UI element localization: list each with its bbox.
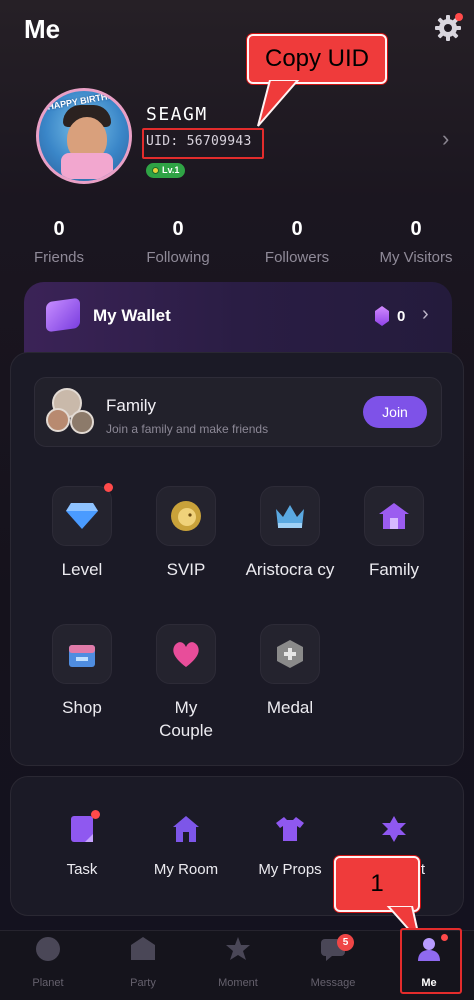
callout-pointer [257, 80, 300, 127]
heart-icon [173, 642, 199, 667]
stat-friends[interactable]: 0 Friends [0, 218, 118, 266]
uid-highlight-box [142, 128, 264, 159]
nav-message[interactable]: Message [285, 936, 381, 989]
chevron-right-icon[interactable]: › [442, 126, 449, 152]
feature-level[interactable]: Level [30, 486, 134, 581]
badge-dot [91, 810, 100, 819]
feature-shop[interactable]: Shop [30, 624, 134, 719]
me-highlight-box [400, 928, 462, 994]
nav-party[interactable]: Party [95, 936, 191, 989]
level-dot-icon [152, 167, 159, 174]
message-badge: 5 [337, 934, 354, 951]
avatar[interactable]: HAPPY BIRTHDAY [36, 88, 132, 184]
page-title: Me [24, 14, 61, 44]
family-avatar [70, 410, 94, 434]
feature-svip[interactable]: SVIP [134, 486, 238, 581]
room-icon [173, 816, 199, 842]
planet-icon [36, 937, 60, 961]
wallet-balance: 0 [397, 308, 406, 325]
feature-family[interactable]: Family [342, 486, 446, 581]
family-subtitle: Join a family and make friends [106, 422, 269, 436]
wallet-label: My Wallet [93, 306, 171, 325]
family-avatar [46, 408, 70, 432]
settings-star-icon [382, 816, 406, 842]
shirt-icon [276, 817, 304, 841]
stat-following[interactable]: 0 Following [119, 218, 237, 266]
lion-icon [171, 501, 201, 531]
join-family-button[interactable]: Join [363, 396, 427, 428]
step-callout: 1 [334, 856, 420, 912]
stat-visitors[interactable]: 0 My Visitors [357, 218, 474, 266]
level-text: Lv.1 [162, 165, 180, 175]
house-icon [379, 503, 409, 529]
store-icon [69, 645, 95, 667]
tool-my-props[interactable]: My Props [235, 814, 345, 878]
party-icon [131, 937, 155, 960]
moment-icon [226, 937, 250, 960]
nav-moment[interactable]: Moment [190, 936, 286, 989]
feature-aristocracy[interactable]: Aristocra cy [238, 486, 342, 581]
feature-my-couple[interactable]: My Couple [134, 624, 238, 742]
family-title: Family [106, 396, 157, 415]
copy-uid-callout: Copy UID [247, 34, 387, 84]
chevron-right-icon[interactable]: › [422, 303, 429, 326]
username: SEAGM [146, 104, 208, 125]
tool-task[interactable]: Task [27, 814, 137, 878]
diamond-icon [66, 503, 98, 529]
notification-dot [455, 13, 463, 21]
crown-icon [276, 505, 304, 528]
stat-followers[interactable]: 0 Followers [238, 218, 356, 266]
feature-medal[interactable]: Medal [238, 624, 342, 719]
level-badge: Lv.1 [146, 163, 186, 178]
tool-my-room[interactable]: My Room [131, 814, 241, 878]
nav-planet[interactable]: Planet [0, 936, 96, 989]
badge-dot [104, 483, 113, 492]
medal-icon [277, 640, 303, 668]
wallet-icon [46, 297, 80, 333]
